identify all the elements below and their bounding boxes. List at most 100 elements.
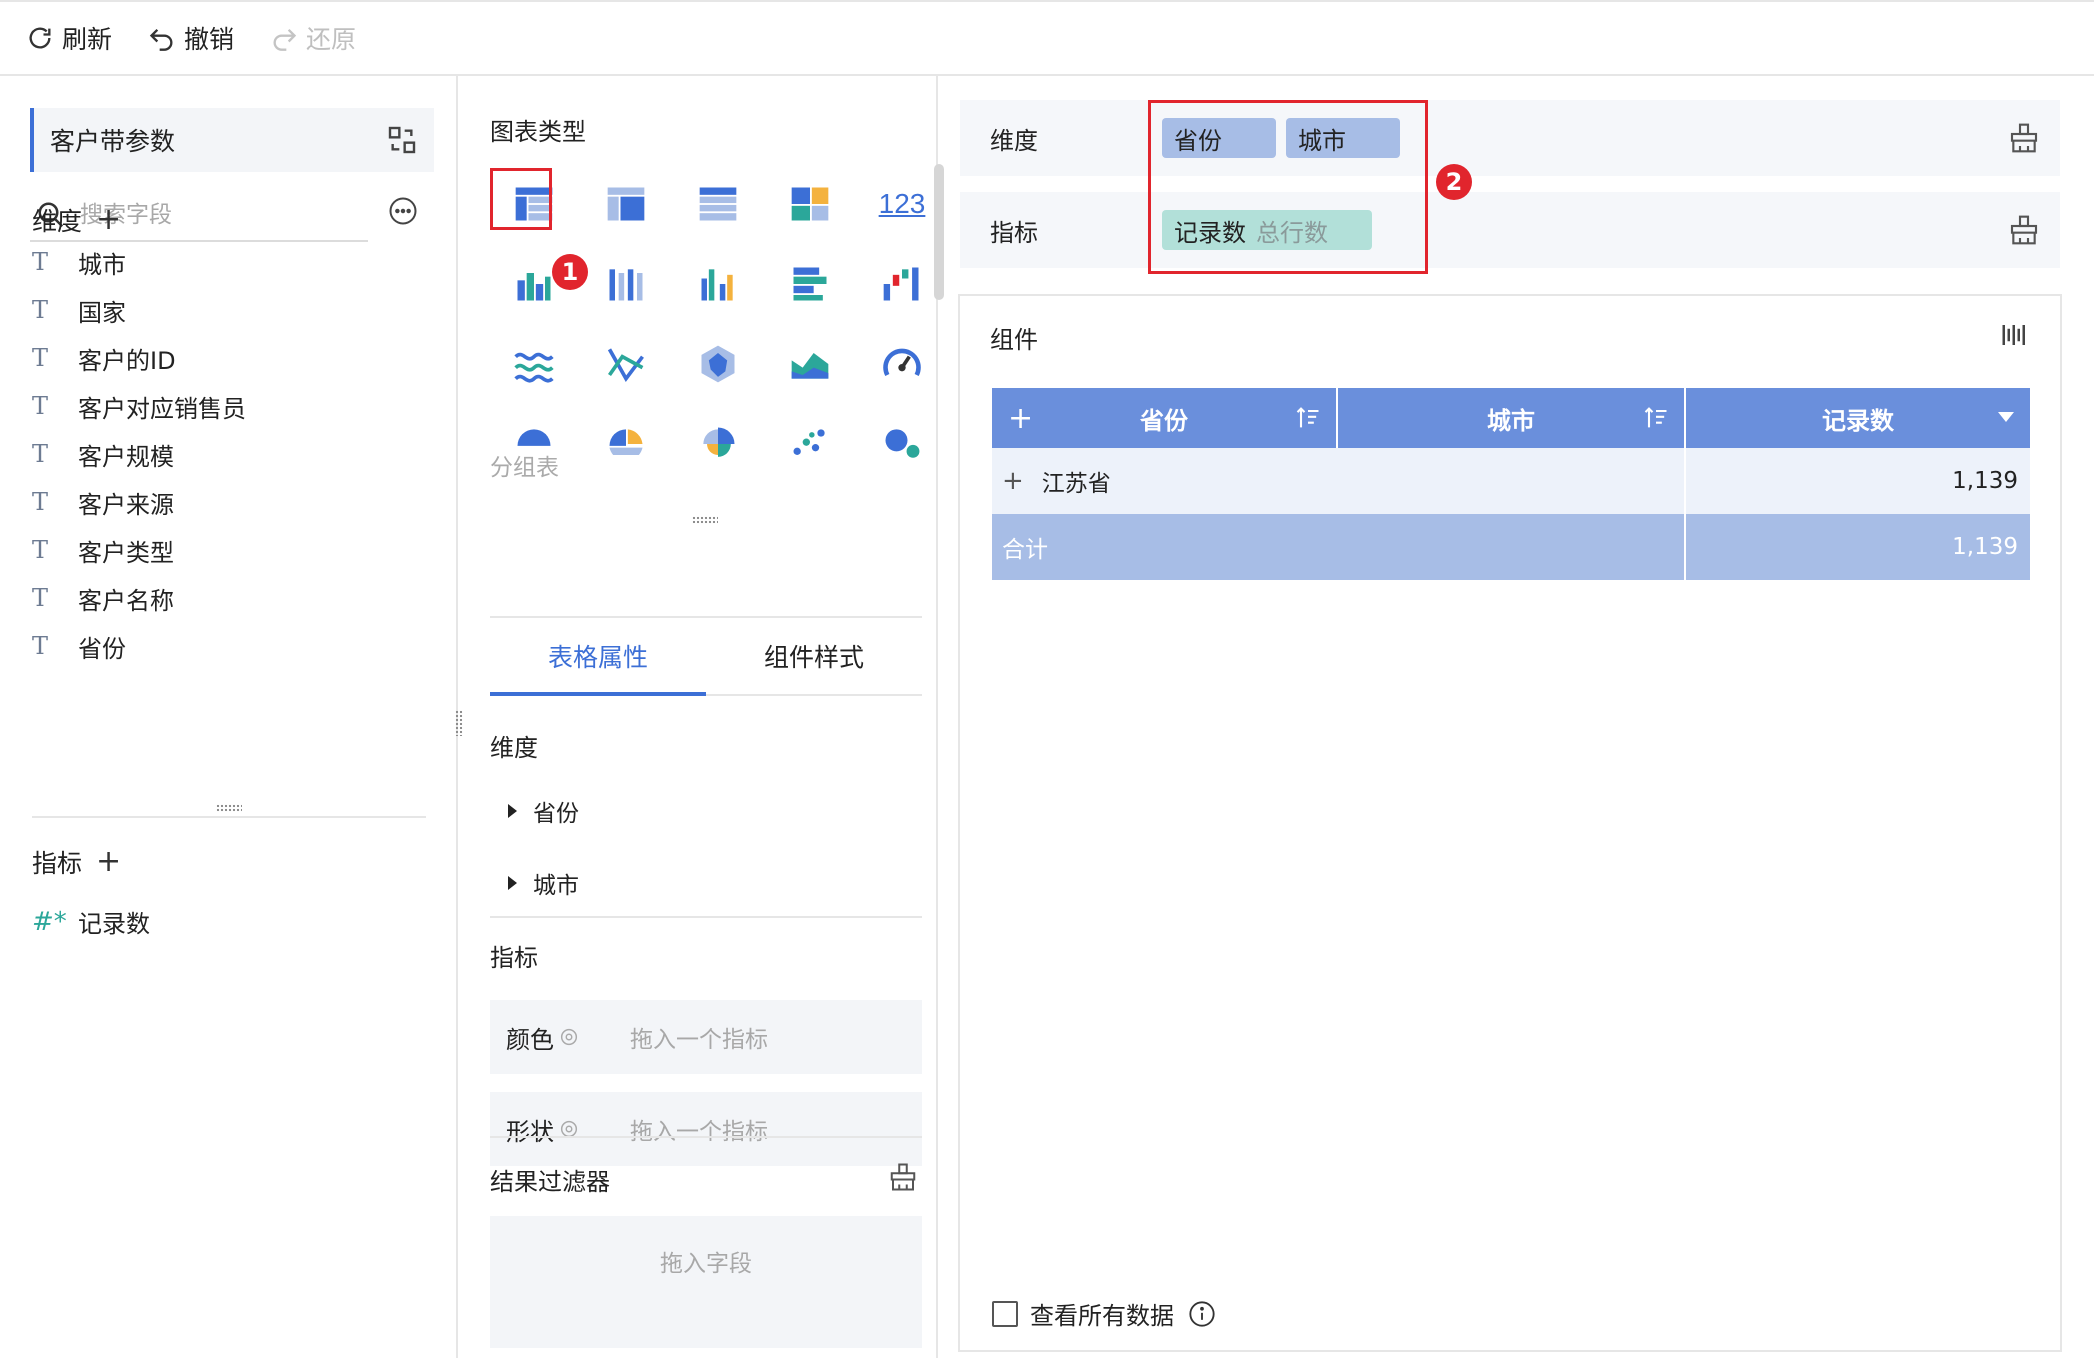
- radar-icon: [701, 345, 735, 383]
- measure-shelf-label: 指标: [990, 218, 1038, 247]
- undo-button[interactable]: 撤销: [148, 20, 234, 56]
- add-dimension-button[interactable]: +: [96, 205, 121, 235]
- barcode-icon[interactable]: [2000, 320, 2030, 350]
- redo-button[interactable]: 还原: [270, 20, 356, 56]
- field-label: 客户来源: [78, 490, 174, 519]
- column-header-city[interactable]: 城市: [1338, 388, 1686, 448]
- dimension-field[interactable]: T 客户来源: [32, 478, 246, 526]
- step-badge-2: 2: [1436, 164, 1472, 200]
- dimension-field[interactable]: T 客户名称: [32, 574, 246, 622]
- gear-icon[interactable]: [558, 1026, 580, 1048]
- info-icon[interactable]: [1188, 1300, 1216, 1328]
- dimension-field[interactable]: T 城市: [32, 238, 246, 286]
- refresh-button[interactable]: 刷新: [26, 20, 112, 56]
- clear-brush-icon[interactable]: [2008, 122, 2040, 154]
- resize-handle[interactable]: [692, 516, 718, 524]
- dimension-field[interactable]: T 国家: [32, 286, 246, 334]
- dataset-selector[interactable]: 客户带参数: [30, 108, 434, 172]
- chart-type-donut-pie[interactable]: [580, 404, 672, 484]
- scatter-line-icon: [607, 348, 644, 383]
- redo-label: 还原: [306, 25, 357, 54]
- field-panel: 客户带参数 维度 + T 城市 T 国家 T 客户的ID T 客户对应销售员 T 客户规模…: [0, 76, 458, 1358]
- chart-type-dot-scatter[interactable]: [764, 404, 856, 484]
- design-canvas: 维度 省份 城市 指标 记录数 总行数 2 组件 + 省份 城市 记录数 + 江…: [940, 76, 2094, 1358]
- view-all-label: 查看所有数据: [1030, 1302, 1174, 1330]
- chart-type-radar[interactable]: [672, 324, 764, 404]
- dimension-field[interactable]: T 客户的ID: [32, 334, 246, 382]
- expand-row-button[interactable]: +: [1002, 466, 1024, 496]
- dimension-field[interactable]: T 客户规模: [32, 430, 246, 478]
- table-row: + 江苏省 1,139: [992, 448, 2030, 514]
- measure-field[interactable]: #* 记录数: [32, 904, 150, 939]
- caret-right-icon: [508, 876, 517, 890]
- dimension-field[interactable]: T 客户对应销售员: [32, 382, 246, 430]
- dimension-section-title: 维度: [490, 734, 538, 762]
- resize-handle[interactable]: [216, 804, 242, 812]
- tab-table-properties[interactable]: 表格属性: [490, 618, 706, 696]
- selection-highlight: [490, 168, 552, 230]
- chart-type-group-table[interactable]: [488, 164, 580, 244]
- dimension-field[interactable]: T 客户类型: [32, 526, 246, 574]
- column-header-province[interactable]: + 省份: [992, 388, 1338, 448]
- shape-drop-zone[interactable]: 形状 拖入一个指标: [490, 1092, 922, 1166]
- add-measure-button[interactable]: +: [96, 847, 121, 877]
- dimension-field[interactable]: T 省份: [32, 622, 246, 670]
- measure-shelf[interactable]: 指标: [960, 192, 2060, 268]
- area-icon: [791, 353, 829, 379]
- dot-scatter-icon: [793, 429, 825, 455]
- sort-icon[interactable]: [1642, 404, 1670, 432]
- total-label-cell: 合计: [992, 514, 1686, 580]
- color-drop-zone[interactable]: 颜色 拖入一个指标: [490, 1000, 922, 1074]
- view-all-checkbox[interactable]: [992, 1300, 1018, 1327]
- shape-drop-placeholder: 拖入一个指标: [630, 1119, 768, 1145]
- donut-pie-icon: [609, 429, 643, 455]
- text-type-icon: T: [32, 344, 49, 372]
- section-divider: [32, 816, 426, 818]
- chart-type-gauge[interactable]: [856, 324, 948, 404]
- chart-type-scatter-line[interactable]: [580, 324, 672, 404]
- dropdown-caret-icon[interactable]: [1998, 412, 2014, 422]
- expand-all-button[interactable]: +: [1008, 401, 1033, 436]
- chart-type-grid: 123: [488, 164, 925, 484]
- chart-type-treemap-table[interactable]: [764, 164, 856, 244]
- dimension-shelf-label: 维度: [990, 126, 1038, 155]
- record-count-cell: 1,139: [1686, 448, 2030, 514]
- result-filter-title: 结果过滤器: [490, 1168, 610, 1196]
- clear-brush-icon[interactable]: [2008, 214, 2040, 246]
- column-header-label: 城市: [1487, 406, 1535, 435]
- clear-brush-icon[interactable]: [888, 1162, 918, 1192]
- line-icon: [514, 352, 554, 383]
- chart-type-detail-table[interactable]: [672, 164, 764, 244]
- field-label: 客户名称: [78, 586, 174, 615]
- bubble-icon: [885, 429, 920, 458]
- total-row: 合计 1,139: [992, 514, 2030, 580]
- chart-type-bubble[interactable]: [856, 404, 948, 484]
- column-header-record-count[interactable]: 记录数: [1686, 388, 2030, 448]
- horizontal-bar-icon: [793, 267, 827, 301]
- dimension-shelf[interactable]: 维度: [960, 100, 2060, 176]
- multi-bar-icon: [701, 269, 733, 301]
- chart-type-area[interactable]: [764, 324, 856, 404]
- chart-type-rose[interactable]: [672, 404, 764, 484]
- measure-section-title: 指标: [490, 944, 538, 972]
- chart-type-multi-bar[interactable]: [672, 244, 764, 324]
- sort-icon[interactable]: [1294, 404, 1322, 432]
- highlight-box: [1148, 100, 1428, 274]
- text-type-icon: T: [32, 296, 49, 324]
- stacked-bar-icon: [609, 269, 643, 301]
- chart-type-cross-table[interactable]: [580, 164, 672, 244]
- chart-type-horizontal-bar[interactable]: [764, 244, 856, 324]
- more-options-icon[interactable]: [388, 196, 418, 226]
- text-type-icon: T: [32, 392, 49, 420]
- text-type-icon: T: [32, 632, 49, 660]
- dimension-property-item[interactable]: 城市: [508, 866, 579, 900]
- switch-dataset-icon[interactable]: [386, 124, 418, 156]
- dimension-list: T 城市 T 国家 T 客户的ID T 客户对应销售员 T 客户规模 T 客户来源 T 客户类…: [32, 238, 246, 670]
- filter-drop-zone[interactable]: 拖入字段: [490, 1216, 922, 1348]
- chart-type-stacked-bar[interactable]: [580, 244, 672, 324]
- dimension-property-item[interactable]: 省份: [508, 794, 579, 828]
- chart-type-line[interactable]: [488, 324, 580, 404]
- field-label: 城市: [78, 250, 126, 279]
- dimensions-title: 维度: [32, 207, 83, 236]
- tab-component-style[interactable]: 组件样式: [706, 618, 922, 694]
